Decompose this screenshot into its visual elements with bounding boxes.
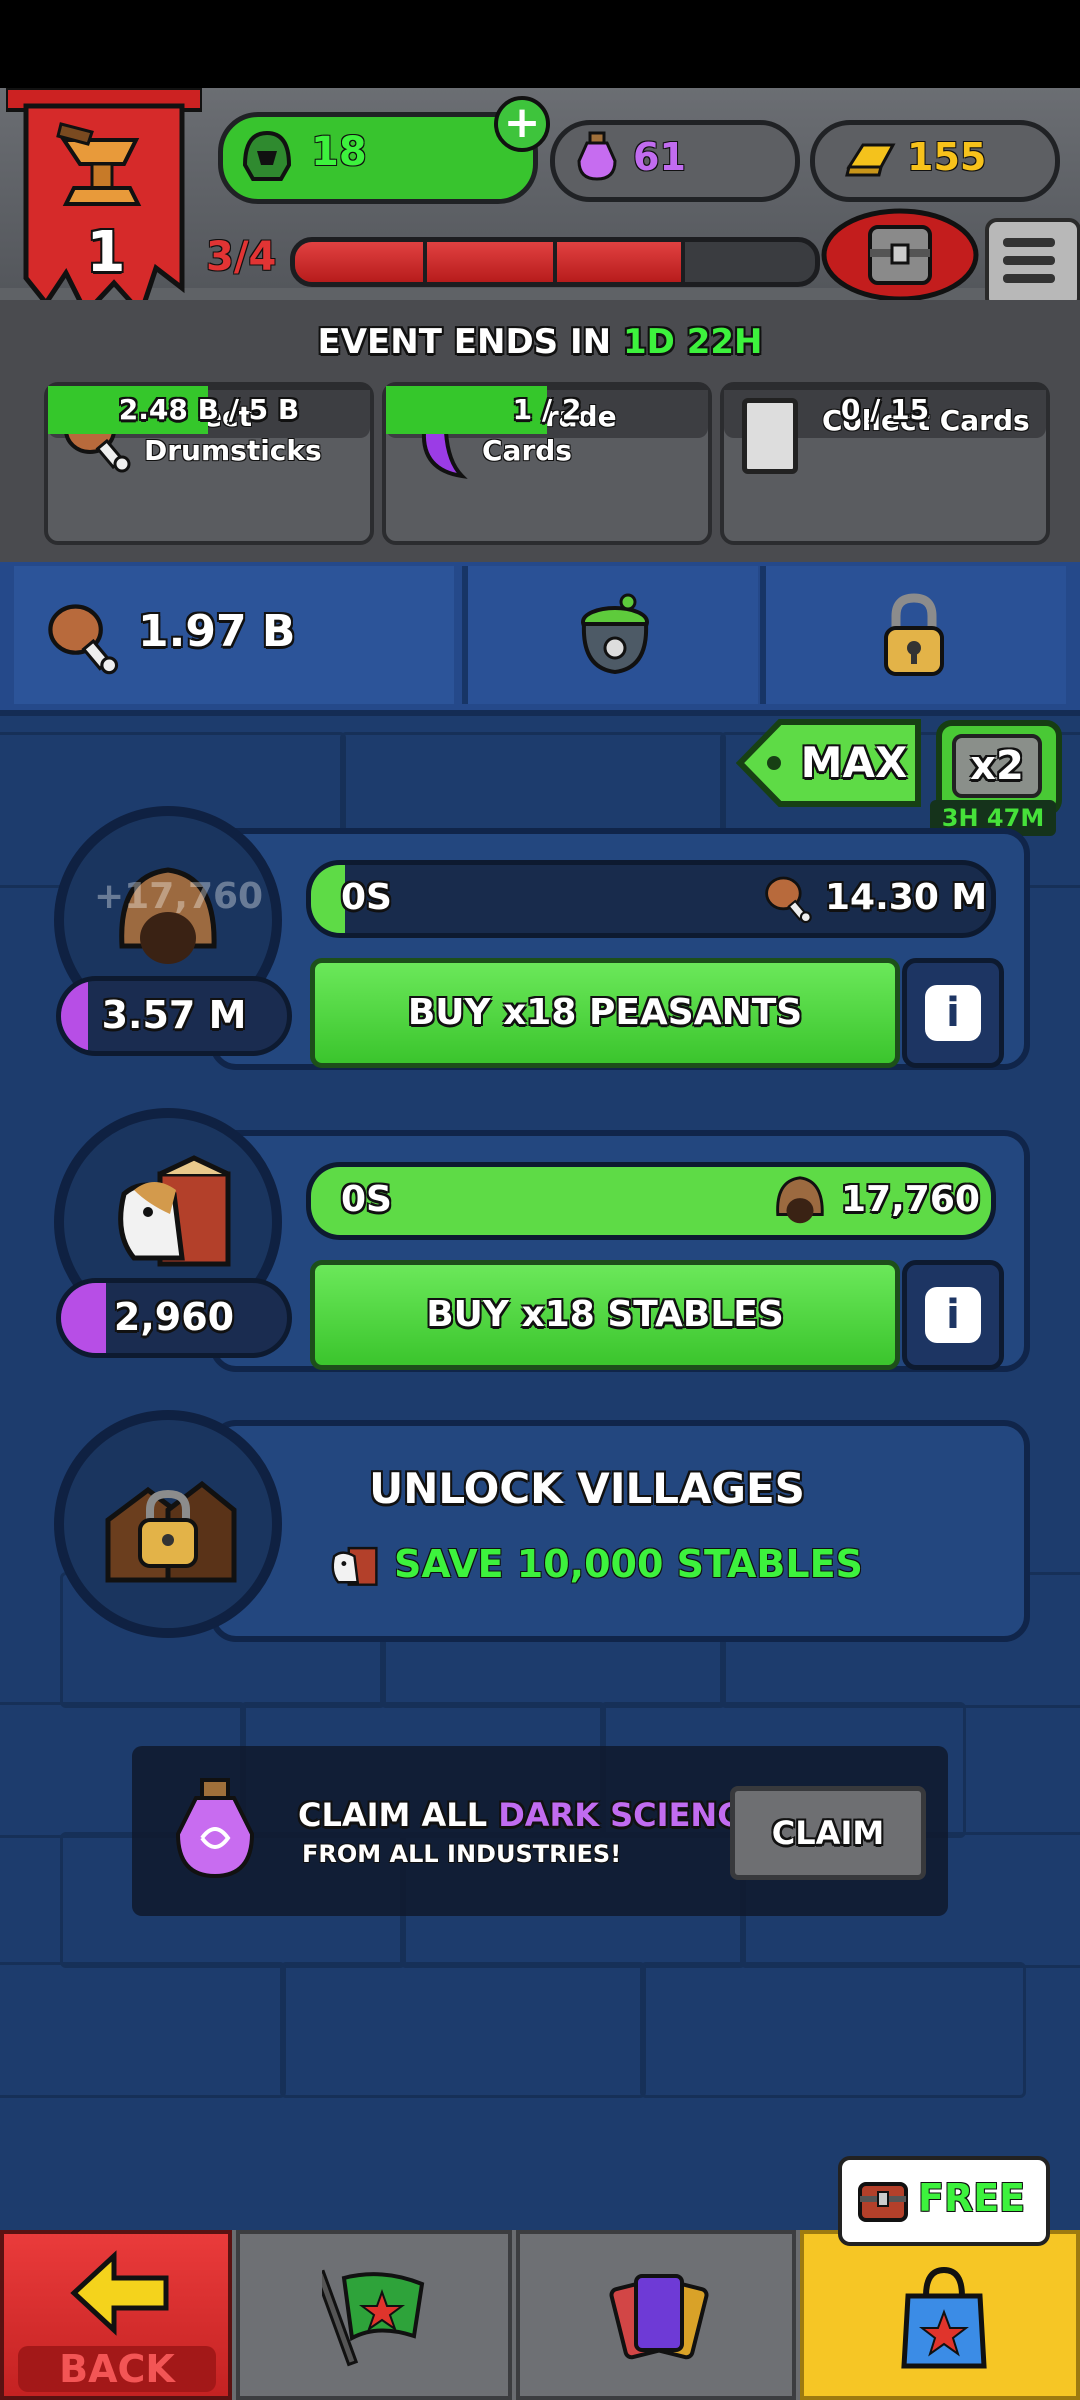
count-value: 3.57 M (101, 993, 247, 1037)
back-label: BACK (18, 2346, 216, 2392)
info-icon: i (925, 1287, 981, 1343)
gold-resource-value: 155 (907, 135, 987, 179)
potion-icon (575, 131, 619, 183)
unlock-requirement: SAVE 10,000 STABLES (394, 1542, 863, 1586)
lock-icon (880, 592, 948, 678)
task-progress-bar: 2.48 B / 5 B (48, 386, 370, 438)
xp-progress-bar (290, 237, 820, 287)
max-buy-toggle[interactable]: MAX (736, 718, 922, 808)
progress-time: 0S (341, 1179, 392, 1220)
gold-bar-icon (845, 137, 897, 181)
purple-resource-counter[interactable]: 61 (550, 120, 800, 202)
village-avatar (54, 1410, 282, 1638)
buy-peasants-button[interactable]: BUY x18 PEASANTS (310, 958, 900, 1068)
purple-resource-value: 61 (633, 135, 686, 179)
level-banner[interactable]: 1 (4, 86, 204, 318)
count-value: 2,960 (113, 1295, 235, 1339)
chest-icon (856, 2174, 910, 2224)
progress-cost: 17,760 (841, 1179, 980, 1220)
chest-icon (821, 208, 979, 302)
stables-progress-bar: 0S 17,760 (306, 1162, 996, 1240)
gold-resource-counter[interactable]: 155 (810, 120, 1060, 202)
back-button[interactable]: BACK (0, 2230, 232, 2400)
stables-info-button[interactable]: i (902, 1260, 1004, 1370)
stable-horse-icon (104, 1154, 232, 1282)
hamburger-icon (1003, 238, 1055, 290)
claim-subtext: FROM ALL INDUSTRIES! (302, 1840, 622, 1868)
tab-cauldron[interactable] (462, 566, 758, 704)
task-progress-value: 2.48 B / 5 B (118, 393, 300, 426)
status-bar (0, 0, 1080, 88)
tab-drumsticks[interactable]: 1.97 B (14, 566, 454, 704)
claim-button[interactable]: CLAIM (730, 1786, 926, 1880)
task-progress-bar: 0 / 15 (724, 386, 1046, 438)
drumsticks-amount: 1.97 B (138, 606, 296, 657)
green-resource-value: 18 (311, 129, 367, 175)
tab-locked[interactable] (760, 566, 1066, 704)
task-progress-value: 0 / 15 (840, 393, 930, 426)
stable-horse-icon (326, 1540, 378, 1592)
cards-icon (604, 2264, 714, 2368)
add-resource-button[interactable]: + (494, 96, 550, 152)
claim-title: CLAIM ALL DARK SCIENCE (298, 1796, 763, 1834)
info-icon: i (925, 985, 981, 1041)
floating-gain-text: +17,760 (94, 876, 264, 917)
task-progress-value: 1 / 2 (512, 393, 582, 426)
nav-shop-button[interactable] (800, 2230, 1080, 2400)
nav-missions-button[interactable] (236, 2230, 512, 2400)
helmet-icon (237, 125, 297, 185)
event-hours: 22H (686, 322, 763, 362)
unlock-villages-panel[interactable] (210, 1420, 1030, 1642)
event-timer: EVENT ENDS IN 1D 22H (0, 322, 1080, 362)
reward-chest-button[interactable] (820, 205, 980, 305)
free-offer-badge[interactable]: FREE (838, 2156, 1050, 2246)
green-resource-counter[interactable]: 18 (218, 112, 538, 204)
free-label: FREE (918, 2176, 1026, 2220)
event-days: 1D (622, 322, 675, 362)
task-collect-cards[interactable]: Collect Cards 0 / 15 (720, 382, 1050, 545)
unlock-title: UNLOCK VILLAGES (369, 1464, 805, 1513)
cauldron-icon (572, 588, 658, 682)
xp-text: 3/4 (206, 234, 277, 280)
progress-time: 0S (341, 877, 392, 918)
task-upgrade-cards[interactable]: Upgrade Cards 1 / 2 (382, 382, 712, 545)
claim-dark-science-banner: CLAIM ALL DARK SCIENCE FROM ALL INDUSTRI… (132, 1746, 948, 1916)
shopping-bag-icon (900, 2262, 988, 2372)
level-number: 1 (86, 220, 126, 285)
buy-button-label: BUY x18 STABLES (426, 1294, 784, 1335)
flag-icon (313, 2266, 432, 2370)
drumstick-icon (761, 871, 817, 927)
xp-progress-fill (295, 242, 685, 282)
peasants-progress-bar: 0S 14.30 M (306, 860, 996, 938)
peasants-count: 3.57 M (56, 976, 292, 1056)
peasants-info-button[interactable]: i (902, 958, 1004, 1068)
event-ends-label: EVENT ENDS IN (317, 322, 612, 362)
dark-science-potion-icon (172, 1776, 258, 1880)
task-collect-drumsticks[interactable]: Collect Drumsticks 2.48 B / 5 B (44, 382, 374, 545)
buy-button-label: BUY x18 PEASANTS (407, 992, 803, 1033)
max-label: MAX (800, 738, 908, 787)
multiplier-value: x2 (952, 734, 1042, 798)
progress-cost: 14.30 M (825, 877, 988, 918)
locked-village-icon (98, 1460, 238, 1590)
buy-stables-button[interactable]: BUY x18 STABLES (310, 1260, 900, 1370)
nav-cards-button[interactable] (516, 2230, 796, 2400)
stables-count: 2,960 (56, 1278, 292, 1358)
back-arrow-icon (70, 2250, 170, 2336)
progress-fill (311, 865, 345, 933)
task-progress-bar: 1 / 2 (386, 386, 708, 438)
peasant-hood-icon (771, 1171, 829, 1229)
menu-button[interactable] (985, 218, 1080, 310)
drumstick-icon (44, 596, 124, 680)
